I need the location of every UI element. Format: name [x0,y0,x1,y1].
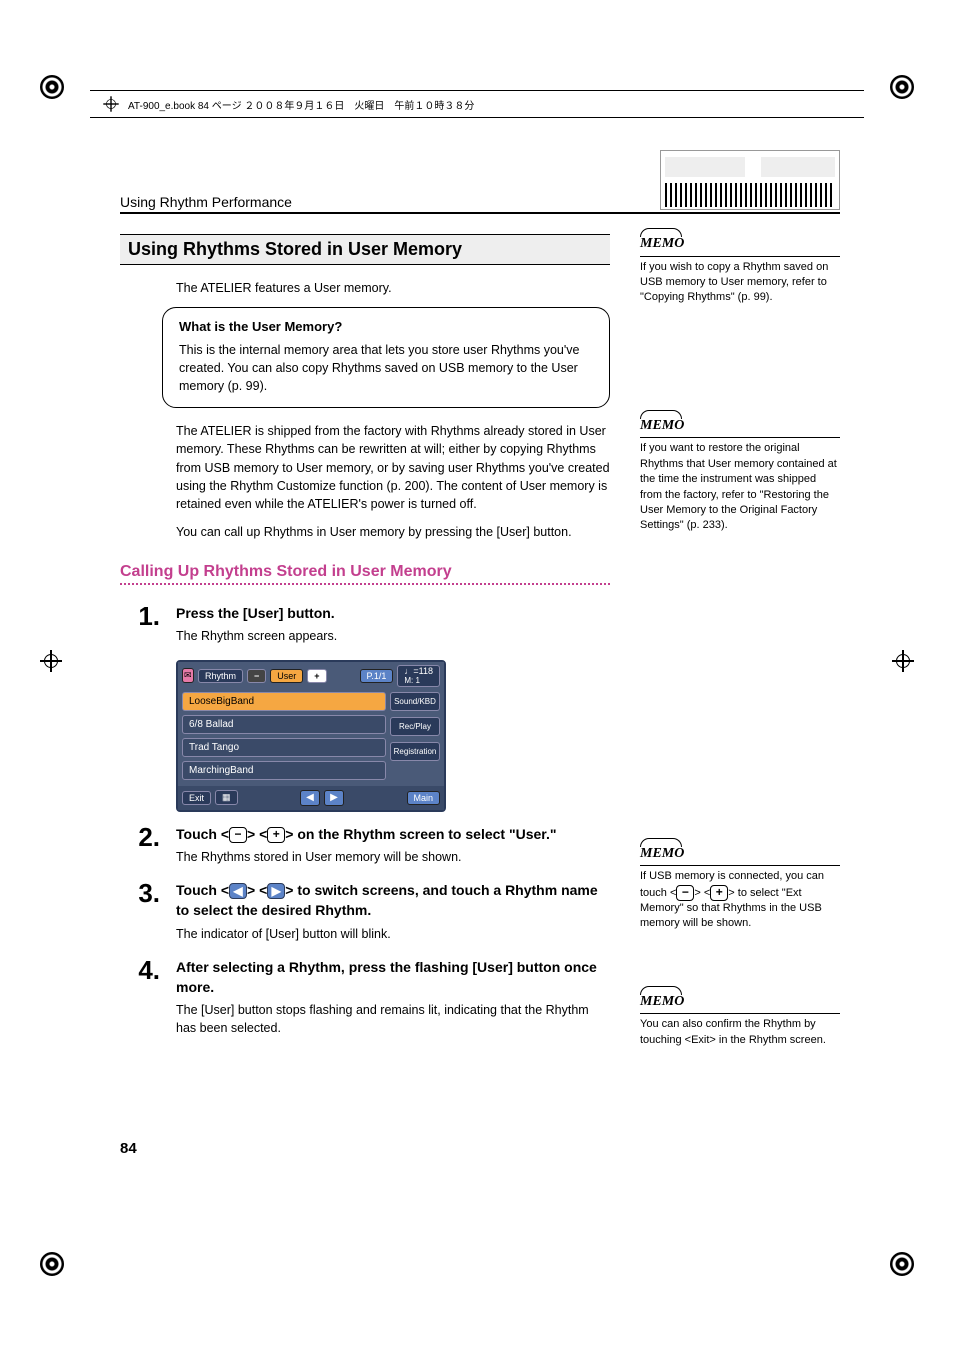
memo-text: You can also confirm the Rhythm by touch… [640,1018,826,1045]
step-number: 4. [120,957,176,1038]
step-body-text: The Rhythm screen appears. [176,627,610,645]
step-number: 3. [120,880,176,943]
factory-paragraph: The ATELIER is shipped from the factory … [176,422,610,513]
keyboard-figure [660,150,840,210]
step-head: After selecting a Rhythm, press the flas… [176,957,610,998]
grid-icon: ▦ [215,790,238,805]
step-number: 2. [120,824,176,866]
step-2: 2. Touch <−> <+> on the Rhythm screen to… [120,824,610,866]
right-arrow-icon: ▶ [267,883,285,899]
step-head: Press the [User] button. [176,603,610,623]
sound-kbd-button: Sound/KBD [390,692,440,711]
plus-icon: + [307,669,326,683]
step-body-text: The [User] button stops flashing and rem… [176,1001,610,1037]
list-item: Trad Tango [182,738,386,757]
list-item: 6/8 Ballad [182,715,386,734]
list-item: LooseBigBand [182,692,386,711]
left-arrow-icon: ◀ [229,883,247,899]
step-number: 1. [120,603,176,645]
minus-icon: − [676,885,694,901]
registration-mark-icon [40,75,64,99]
step-head: Touch <◀> <▶> to switch screens, and tou… [176,880,610,921]
measure-value: M: 1 [404,676,420,685]
step-body-text: The Rhythms stored in User memory will b… [176,848,610,866]
exit-button: Exit [182,791,211,805]
plus-icon: + [710,885,728,901]
intro-text: The ATELIER features a User memory. [176,279,610,297]
registration-mark-icon [40,1252,64,1276]
info-box: What is the User Memory? This is the int… [162,307,610,408]
memo-label: MEMO [640,416,840,439]
main-button: Main [407,791,441,805]
print-header-text: AT-900_e.book 84 ページ ２００８年９月１６日 火曜日 午前１０… [128,97,474,112]
plus-icon: + [267,827,285,843]
memo-usb: MEMO If USB memory is connected, you can… [640,844,840,932]
callup-paragraph: You can call up Rhythms in User memory b… [176,523,610,541]
memo-copy-rhythm: MEMO If you wish to copy a Rhythm saved … [640,234,840,306]
dotted-rule [120,583,610,585]
memo-label: MEMO [640,844,840,867]
section-title: Using Rhythms Stored in User Memory [120,234,610,265]
memo-restore: MEMO If you want to restore the original… [640,416,840,534]
registration-mark-icon [892,650,914,672]
user-tab: User [270,669,303,683]
tempo-value: ♩=118 [404,666,433,676]
info-box-title: What is the User Memory? [179,318,593,337]
registration-mark-icon [890,75,914,99]
minus-icon: − [229,827,247,843]
registration-mark-icon [40,650,62,672]
step-1: 1. Press the [User] button. The Rhythm s… [120,603,610,645]
list-item: MarchingBand [182,761,386,780]
step-body-text: The indicator of [User] button will blin… [176,925,610,943]
registration-button: Registration [390,742,440,761]
memo-text: If you wish to copy a Rhythm saved on US… [640,261,828,304]
rhythm-screen-figure: ✉ Rhythm − User + P.1/1 ♩=118 M: 1 Loose… [176,660,446,812]
rec-play-button: Rec/Play [390,717,440,736]
memo-text: If USB memory is connected, you can touc… [640,870,824,929]
screen-title: Rhythm [198,669,243,683]
breadcrumb: Using Rhythm Performance [120,194,292,210]
minus-icon: − [247,669,266,683]
step-head: Touch <−> <+> on the Rhythm screen to se… [176,824,610,844]
print-header: AT-900_e.book 84 ページ ２００８年９月１６日 火曜日 午前１０… [90,90,864,118]
subsection-title: Calling Up Rhythms Stored in User Memory [120,563,610,581]
info-box-body: This is the internal memory area that le… [179,341,593,395]
left-arrow-icon: ◀ [300,790,320,806]
memo-label: MEMO [640,234,840,257]
page-chip: P.1/1 [360,669,394,683]
memo-label: MEMO [640,992,840,1015]
memo-exit: MEMO You can also confirm the Rhythm by … [640,992,840,1048]
step-4: 4. After selecting a Rhythm, press the f… [120,957,610,1038]
registration-mark-icon [890,1252,914,1276]
right-arrow-icon: ▶ [324,790,344,806]
step-3: 3. Touch <◀> <▶> to switch screens, and … [120,880,610,943]
page-number: 84 [120,1140,137,1157]
memo-text: If you want to restore the original Rhyt… [640,442,837,531]
